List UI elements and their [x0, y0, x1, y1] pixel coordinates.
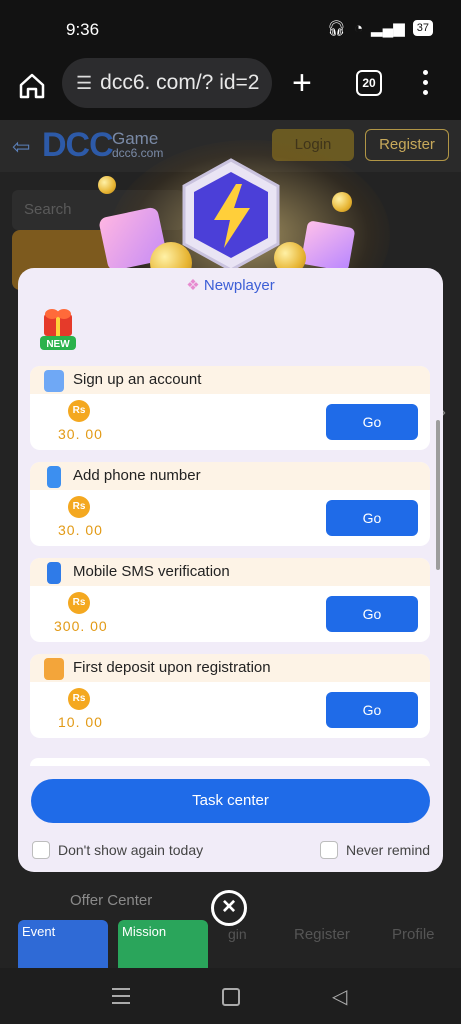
battery-icon: 37 [412, 20, 433, 36]
headphones-icon: 🎧︎ [326, 20, 346, 37]
rupee-coin-icon: Rs [68, 400, 90, 422]
rupee-coin-icon: Rs [68, 688, 90, 710]
site-logo: DCC [42, 126, 114, 164]
back-arrow-icon[interactable]: ⇦ [12, 134, 30, 160]
dont-show-label[interactable]: Don't show again today [58, 842, 203, 858]
status-time: 9:36 [66, 20, 100, 39]
lightning-badge-icon [182, 158, 280, 272]
gift-icon: ❖ [186, 277, 200, 294]
task-title: Sign up an account [73, 371, 202, 388]
wifi-icon: ◔ [353, 19, 364, 37]
task-amount: 300. 00 [54, 618, 108, 634]
task-amount: 10. 00 [58, 714, 103, 730]
task-title: Mobile SMS verification [73, 563, 230, 580]
never-remind-checkbox[interactable] [320, 841, 338, 859]
task-amount: 30. 00 [58, 522, 103, 538]
task-item: Mobile SMS verification Rs 300. 00 Go [30, 558, 430, 642]
site-settings-icon[interactable]: ☰ [76, 73, 92, 94]
new-tab-button[interactable]: + [292, 66, 312, 100]
status-bar: 9:36 🎧︎ ◔ ▂▄▆ 37 [0, 0, 461, 56]
home-button-icon[interactable] [222, 988, 240, 1006]
task-center-button[interactable]: Task center [31, 779, 430, 823]
modal-scrollbar[interactable] [436, 420, 440, 570]
recent-apps-icon[interactable] [112, 988, 130, 1009]
offer-center-label: Offer Center [70, 892, 153, 909]
task-title: First deposit upon registration [73, 659, 271, 676]
coin-icon [98, 176, 116, 194]
task-title: Add phone number [73, 467, 201, 484]
newplayer-modal: ❖ Newplayer NEW Sign up an account Rs 30… [18, 268, 443, 872]
rupee-coin-icon: Rs [68, 496, 90, 518]
logo-domain-text: dcc6.com [112, 146, 164, 160]
dont-show-checkbox[interactable] [32, 841, 50, 859]
task-item-partial [30, 758, 430, 766]
go-button[interactable]: Go [326, 692, 418, 728]
new-gift-icon: NEW [40, 309, 76, 350]
mission-label: Mission [122, 924, 167, 939]
system-nav-bar: ◁ [0, 968, 461, 1024]
status-icons: 🎧︎ ◔ ▂▄▆ 37 [327, 19, 433, 37]
mission-card[interactable]: Mission [118, 920, 208, 968]
tab-switcher-button[interactable]: 20 [356, 70, 382, 96]
browser-toolbar: ☰ dcc6. com/? id=2 + 20 [0, 56, 461, 120]
new-badge-text: NEW [46, 339, 70, 350]
register-button[interactable]: Register [365, 129, 449, 161]
url-text: dcc6. com/? id=2 [100, 71, 260, 94]
clipboard-icon [44, 370, 64, 392]
signal-icon: ▂▄▆ [371, 20, 405, 37]
task-item: Add phone number Rs 30. 00 Go [30, 462, 430, 546]
never-remind-label[interactable]: Never remind [346, 842, 430, 858]
modal-title: ❖ Newplayer [18, 276, 443, 294]
task-amount: 30. 00 [58, 426, 103, 442]
go-button[interactable]: Go [326, 404, 418, 440]
task-list[interactable]: Sign up an account Rs 30. 00 Go Add phon… [30, 366, 430, 758]
phone-icon [47, 466, 61, 488]
home-icon[interactable] [16, 70, 48, 102]
wallet-icon [44, 658, 64, 680]
close-modal-button[interactable]: × [211, 890, 247, 926]
browser-menu-icon[interactable] [420, 70, 430, 100]
event-card[interactable]: Event [18, 920, 108, 968]
modal-title-text: Newplayer [203, 277, 275, 294]
back-icon[interactable]: ◁ [332, 984, 347, 1009]
nav-profile[interactable]: Profile [392, 926, 435, 943]
event-label: Event [22, 924, 56, 939]
gift-box-icon [300, 220, 356, 272]
go-button[interactable]: Go [326, 596, 418, 632]
nav-login[interactable]: gin [228, 926, 247, 942]
go-button[interactable]: Go [326, 500, 418, 536]
address-bar[interactable]: ☰ dcc6. com/? id=2 [62, 58, 272, 108]
task-item: First deposit upon registration Rs 10. 0… [30, 654, 430, 738]
coin-icon [332, 192, 352, 212]
rupee-coin-icon: Rs [68, 592, 90, 614]
task-item: Sign up an account Rs 30. 00 Go [30, 366, 430, 450]
sms-phone-icon [47, 562, 61, 584]
site-logo-sub: Game dcc6.com [112, 130, 164, 161]
nav-register[interactable]: Register [294, 926, 350, 943]
